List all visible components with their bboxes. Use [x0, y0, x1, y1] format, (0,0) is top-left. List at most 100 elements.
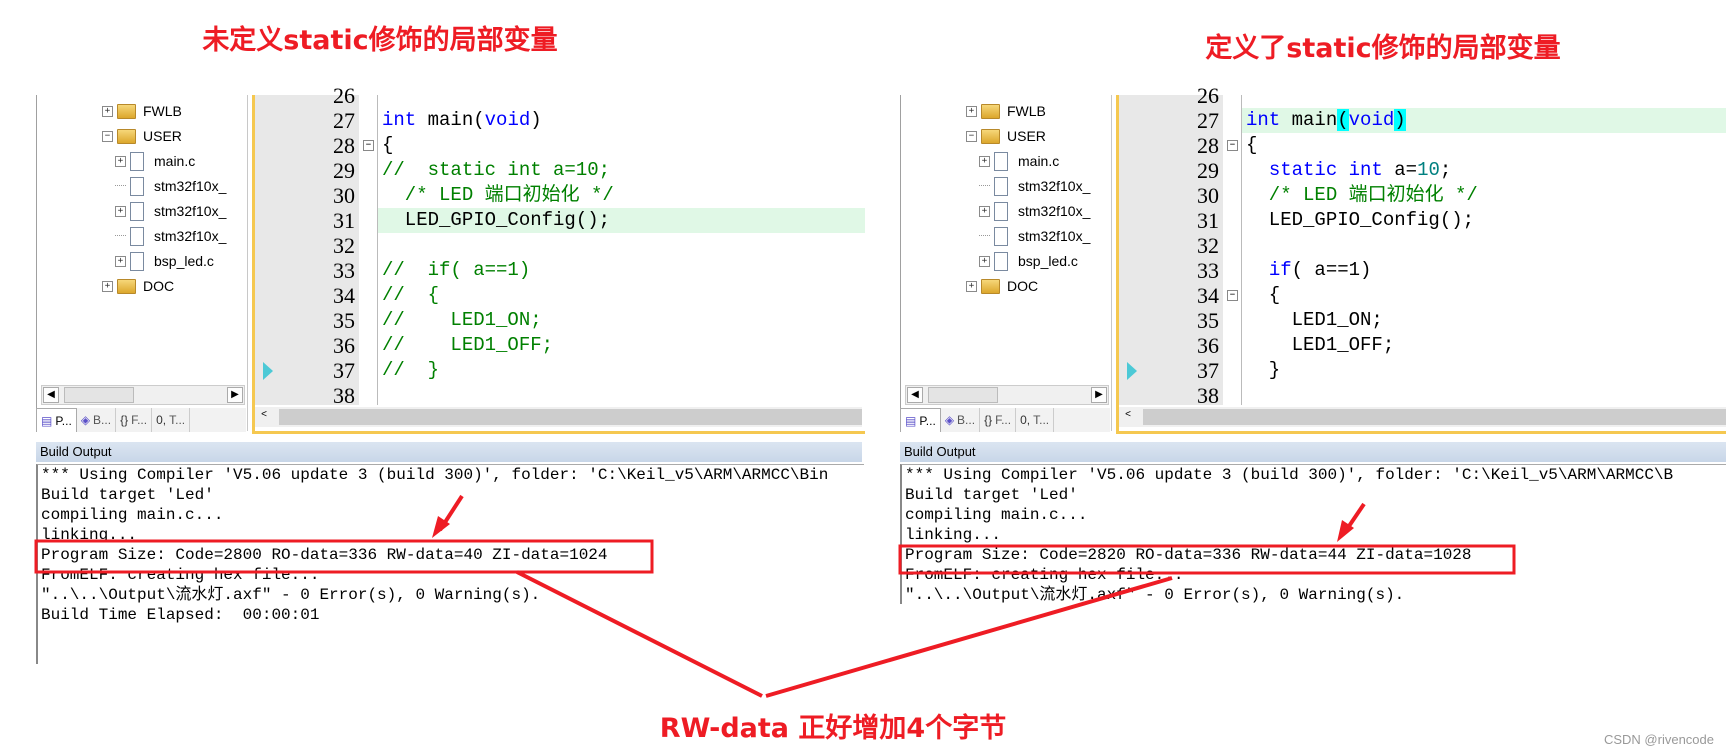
collapse-icon[interactable]: −: [102, 130, 113, 142]
tab-project[interactable]: ▤ P...: [36, 408, 77, 432]
line-number: 36: [333, 333, 355, 358]
code-line[interactable]: 35 LED1_ON;: [1119, 308, 1726, 333]
tree-item[interactable]: − USER: [102, 125, 182, 147]
code-line[interactable]: 36 LED1_OFF;: [1119, 333, 1726, 358]
tree-item[interactable]: + FWLB: [102, 100, 182, 122]
code-line[interactable]: 38: [1119, 383, 1726, 408]
code-line[interactable]: 28−{: [1119, 133, 1726, 158]
code-line[interactable]: 36 // LED1_OFF;: [255, 333, 865, 358]
code-token: ( a==1): [1291, 259, 1372, 281]
expand-icon[interactable]: +: [979, 155, 990, 167]
tree-item[interactable]: + main.c: [115, 150, 195, 172]
tree-item[interactable]: stm32f10x_: [115, 225, 226, 247]
tree-item[interactable]: + main.c: [979, 150, 1059, 172]
tree-item[interactable]: + FWLB: [966, 100, 1046, 122]
code-line[interactable]: 29 // static int a=10;: [255, 158, 865, 183]
scroll-right-button[interactable]: ▶: [1091, 387, 1107, 403]
code-line[interactable]: 32: [255, 233, 865, 258]
code-text: /* LED 端口初始化 */: [1242, 183, 1726, 208]
code-editor[interactable]: 26 27 int main(void) 28−{29// static int a=…: [252, 83, 865, 434]
tree-horizontal-scrollbar[interactable]: ◀ ▶: [905, 385, 1109, 405]
code-line[interactable]: 37 }: [1119, 358, 1726, 383]
expand-icon[interactable]: +: [115, 205, 126, 217]
tab-functions[interactable]: {} F...: [116, 408, 153, 432]
code-line[interactable]: 29 static int a=10;: [1119, 158, 1726, 183]
tree-item-label: stm32f10x_: [1018, 178, 1091, 194]
tab-templates[interactable]: 0, T...: [1016, 408, 1055, 432]
code-line[interactable]: 32: [1119, 233, 1726, 258]
scroll-thumb[interactable]: [279, 409, 862, 425]
code-line[interactable]: 27 int main(void): [255, 108, 865, 133]
code-line[interactable]: 34 // {: [255, 283, 865, 308]
tree-item[interactable]: − USER: [966, 125, 1046, 147]
scroll-right-button[interactable]: ▶: [227, 387, 243, 403]
expand-icon[interactable]: +: [115, 155, 126, 167]
code-line[interactable]: 33 if( a==1): [1119, 258, 1726, 283]
expand-icon[interactable]: +: [102, 280, 113, 292]
tree-item[interactable]: + DOC: [102, 275, 174, 297]
tab-templates[interactable]: 0, T...: [152, 408, 191, 432]
code-line[interactable]: 30 /* LED 端口初始化 */: [1119, 183, 1726, 208]
scroll-thumb[interactable]: [1143, 409, 1726, 425]
tree-item[interactable]: + bsp_led.c: [979, 250, 1078, 272]
code-line[interactable]: 31 LED_GPIO_Config();: [1119, 208, 1726, 233]
tab-project[interactable]: ▤ P...: [900, 408, 941, 432]
tree-horizontal-scrollbar[interactable]: ◀ ▶: [41, 385, 245, 405]
editor-horizontal-scrollbar[interactable]: <: [1119, 407, 1726, 427]
code-text: int main(void): [1242, 108, 1726, 133]
tree-item[interactable]: + DOC: [966, 275, 1038, 297]
code-line[interactable]: 37// }: [255, 358, 865, 383]
tab-functions[interactable]: {} F...: [980, 408, 1017, 432]
tree-connector: [115, 235, 126, 237]
fold-collapse-icon[interactable]: −: [1227, 290, 1238, 301]
code-line[interactable]: 26: [1119, 83, 1726, 108]
code-line[interactable]: 30 /* LED 端口初始化 */: [255, 183, 865, 208]
scroll-left-button[interactable]: <: [1121, 408, 1135, 422]
tree-item[interactable]: stm32f10x_: [979, 175, 1090, 197]
code-line[interactable]: 34− {: [1119, 283, 1726, 308]
line-number: 28: [333, 133, 355, 158]
expand-icon[interactable]: +: [966, 280, 977, 292]
expand-icon[interactable]: +: [102, 105, 113, 117]
tree-item[interactable]: stm32f10x_: [979, 225, 1090, 247]
tab-label: B...: [957, 413, 976, 427]
scroll-thumb[interactable]: [64, 387, 134, 403]
code-line[interactable]: 38: [255, 383, 865, 408]
code-token: /* LED 端口初始化 */: [1246, 184, 1478, 206]
tree-item[interactable]: + bsp_led.c: [115, 250, 214, 272]
expand-icon[interactable]: +: [979, 205, 990, 217]
code-line[interactable]: 33 // if( a==1): [255, 258, 865, 283]
file-icon: [130, 226, 144, 246]
build-output-header: Build Output: [36, 442, 862, 462]
editor-horizontal-scrollbar[interactable]: <: [255, 407, 862, 427]
fold-collapse-icon[interactable]: −: [363, 140, 374, 151]
code-line[interactable]: 31 LED_GPIO_Config();: [255, 208, 865, 233]
collapse-icon[interactable]: −: [966, 130, 977, 142]
scroll-thumb[interactable]: [928, 387, 998, 403]
code-token: int: [1246, 109, 1281, 131]
code-line[interactable]: 26: [255, 83, 865, 108]
code-text: LED_GPIO_Config();: [378, 208, 865, 233]
scroll-left-button[interactable]: ◀: [907, 387, 923, 403]
code-line[interactable]: 28−{: [255, 133, 865, 158]
expand-icon[interactable]: +: [979, 255, 990, 267]
build-output-text: *** Using Compiler 'V5.06 update 3 (buil…: [900, 464, 1726, 604]
scroll-left-button[interactable]: ◀: [43, 387, 59, 403]
tree-connector: [115, 185, 126, 187]
scroll-left-button[interactable]: <: [257, 408, 271, 422]
expand-icon[interactable]: +: [966, 105, 977, 117]
tab-books[interactable]: ◈ B...: [77, 408, 117, 432]
code-text: // }: [378, 358, 865, 383]
code-line[interactable]: 35 // LED1_ON;: [255, 308, 865, 333]
fold-collapse-icon[interactable]: −: [1227, 140, 1238, 151]
expand-icon[interactable]: +: [115, 255, 126, 267]
tree-item[interactable]: + stm32f10x_: [115, 200, 226, 222]
code-editor[interactable]: 26 27 int main(void) 28−{29 static int a=10…: [1116, 83, 1726, 434]
code-line[interactable]: 27 int main(void): [1119, 108, 1726, 133]
line-number: 36: [1197, 333, 1219, 358]
tree-item[interactable]: + stm32f10x_: [979, 200, 1090, 222]
file-icon: [994, 226, 1008, 246]
code-text: /* LED 端口初始化 */: [378, 183, 865, 208]
tab-books[interactable]: ◈ B...: [941, 408, 981, 432]
tree-item[interactable]: stm32f10x_: [115, 175, 226, 197]
